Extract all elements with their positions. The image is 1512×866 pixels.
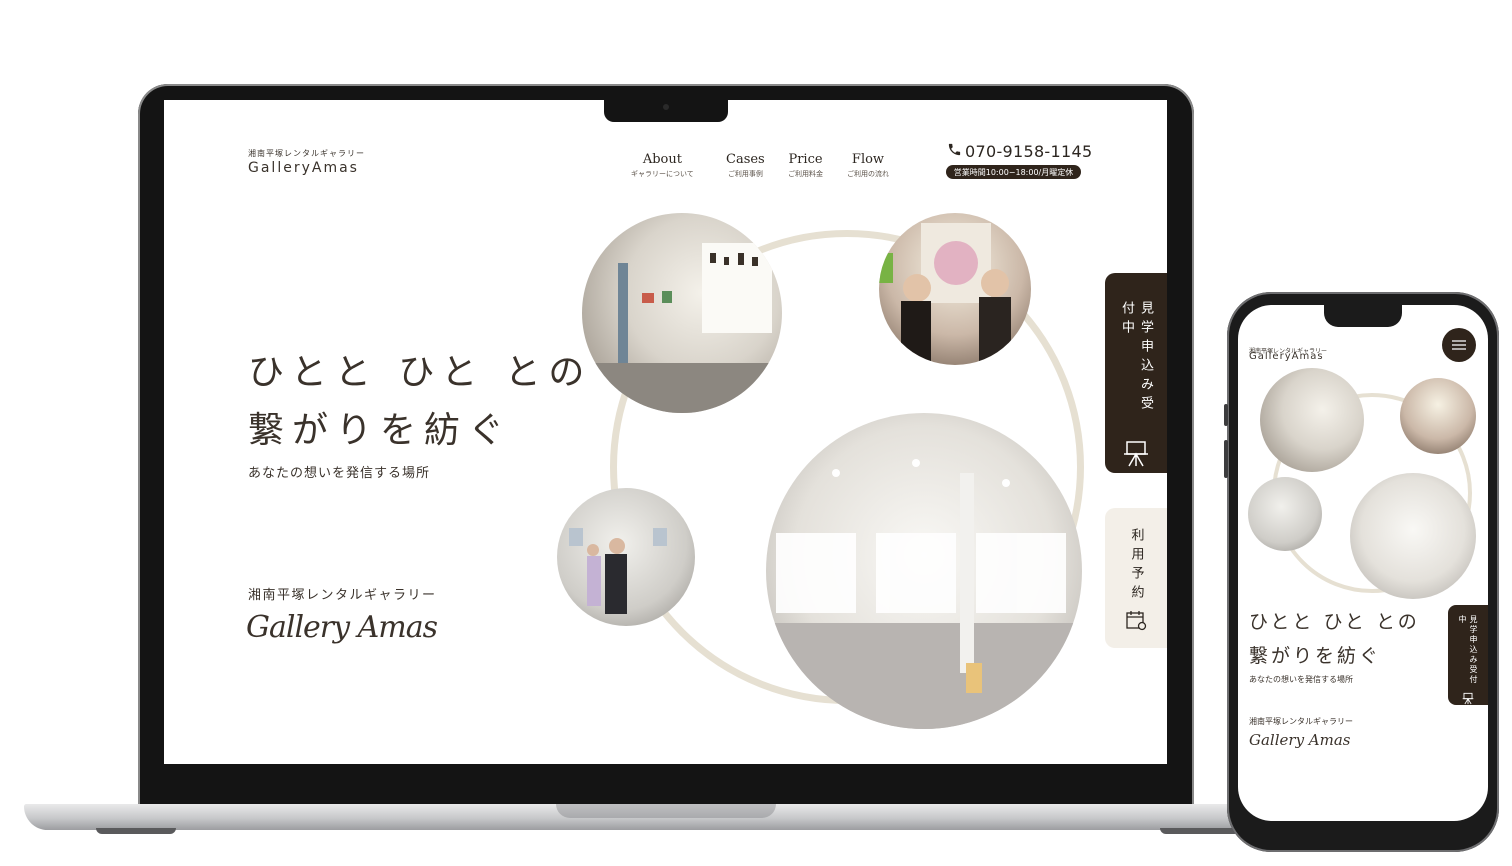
phone-notch xyxy=(1324,305,1402,327)
nav-label-jp: ギャラリーについて xyxy=(631,170,694,178)
mobile-site-screen: 湘南平塚レンタルギャラリー GalleryAmas ひとと ひと との 繋がりを… xyxy=(1238,305,1488,821)
gallery-photo-empty-room xyxy=(766,413,1082,729)
gallery-photo-exhibition xyxy=(557,488,695,626)
nav-label-jp: ご利用の流れ xyxy=(847,170,889,178)
nav-flow[interactable]: Flow ご利用の流れ xyxy=(847,152,889,179)
nav-label-en: About xyxy=(642,152,682,167)
reservation-tab[interactable]: 利用予約 xyxy=(1105,508,1167,648)
mobile-visit-request-label: 見学申込み受付中 xyxy=(1458,615,1478,685)
mobile-hero-title: ひとと ひと との 繋がりを紡ぐ xyxy=(1249,605,1420,673)
laptop-foot-right xyxy=(1160,828,1240,834)
laptop-foot-left xyxy=(96,828,176,834)
nav-label-en: Cases xyxy=(726,152,765,167)
nav-label-en: Price xyxy=(788,152,823,167)
visit-request-label: 見学申込み受付中 xyxy=(1119,301,1153,415)
mobile-gallery-name-jp: 湘南平塚レンタルギャラリー xyxy=(1249,717,1353,726)
hero-title-line1: ひとと ひと との xyxy=(248,352,593,393)
nav-label-en: Flow xyxy=(851,152,885,167)
mobile-hero-title-line1: ひとと ひと との xyxy=(1249,611,1420,633)
camera-dot xyxy=(663,104,669,110)
phone-icon xyxy=(947,142,962,161)
site-subtitle: 湘南平塚レンタルギャラリー xyxy=(248,149,365,158)
hamburger-menu-icon xyxy=(1452,340,1466,350)
gallery-photo-corridor xyxy=(582,213,782,413)
visit-request-tab[interactable]: 見学申込み受付中 xyxy=(1105,273,1167,473)
gallery-name-jp: 湘南平塚レンタルギャラリー xyxy=(248,588,437,603)
nav-about[interactable]: About ギャラリーについて xyxy=(631,152,694,179)
mobile-script-logo: Gallery Amas xyxy=(1249,731,1351,749)
easel-icon xyxy=(1122,439,1150,473)
hero-title-line2: 繋がりを紡ぐ xyxy=(248,410,513,451)
laptop-camera-notch xyxy=(604,100,728,122)
mobile-photo-visitors xyxy=(1400,378,1476,454)
hero-title: ひとと ひと との 繋がりを紡ぐ xyxy=(248,344,592,460)
script-logo: Gallery Amas xyxy=(246,610,438,645)
site-logo[interactable]: GalleryAmas xyxy=(248,160,359,176)
phone-side-button xyxy=(1224,440,1228,478)
hero-subtitle: あなたの想いを発信する場所 xyxy=(248,466,431,481)
nav-price[interactable]: Price ご利用料金 xyxy=(788,152,823,179)
mobile-hero-title-line2: 繋がりを紡ぐ xyxy=(1249,645,1382,667)
phone-number: 070-9158-1145 xyxy=(965,142,1093,161)
mobile-photo-corridor xyxy=(1260,368,1364,472)
nav-label-jp: ご利用料金 xyxy=(788,170,823,178)
phone-side-button xyxy=(1224,404,1228,426)
phone-link[interactable]: 070-9158-1145 xyxy=(947,142,1092,161)
desktop-site-screen: 湘南平塚レンタルギャラリー GalleryAmas About ギャラリーについ… xyxy=(164,100,1167,764)
mobile-site-logo[interactable]: GalleryAmas xyxy=(1249,351,1324,362)
mobile-visit-request-tab[interactable]: 見学申込み受付中 xyxy=(1448,605,1488,705)
easel-icon xyxy=(1462,692,1474,704)
mobile-photo-exhibition xyxy=(1248,477,1322,551)
nav-label-jp: ご利用事例 xyxy=(727,170,763,178)
hamburger-menu-button[interactable] xyxy=(1442,328,1476,362)
mobile-photo-empty-room xyxy=(1350,473,1476,599)
mobile-hero-subtitle: あなたの想いを発信する場所 xyxy=(1249,675,1353,684)
gallery-photo-visitors xyxy=(879,213,1031,365)
laptop-bezel xyxy=(154,764,1178,804)
business-hours-badge: 営業時間10:00−18:00/月曜定休 xyxy=(946,165,1081,179)
reservation-label: 利用予約 xyxy=(1128,528,1144,604)
calendar-icon xyxy=(1124,608,1148,636)
nav-cases[interactable]: Cases ご利用事例 xyxy=(726,152,765,179)
laptop-trackpad-notch xyxy=(556,804,776,818)
